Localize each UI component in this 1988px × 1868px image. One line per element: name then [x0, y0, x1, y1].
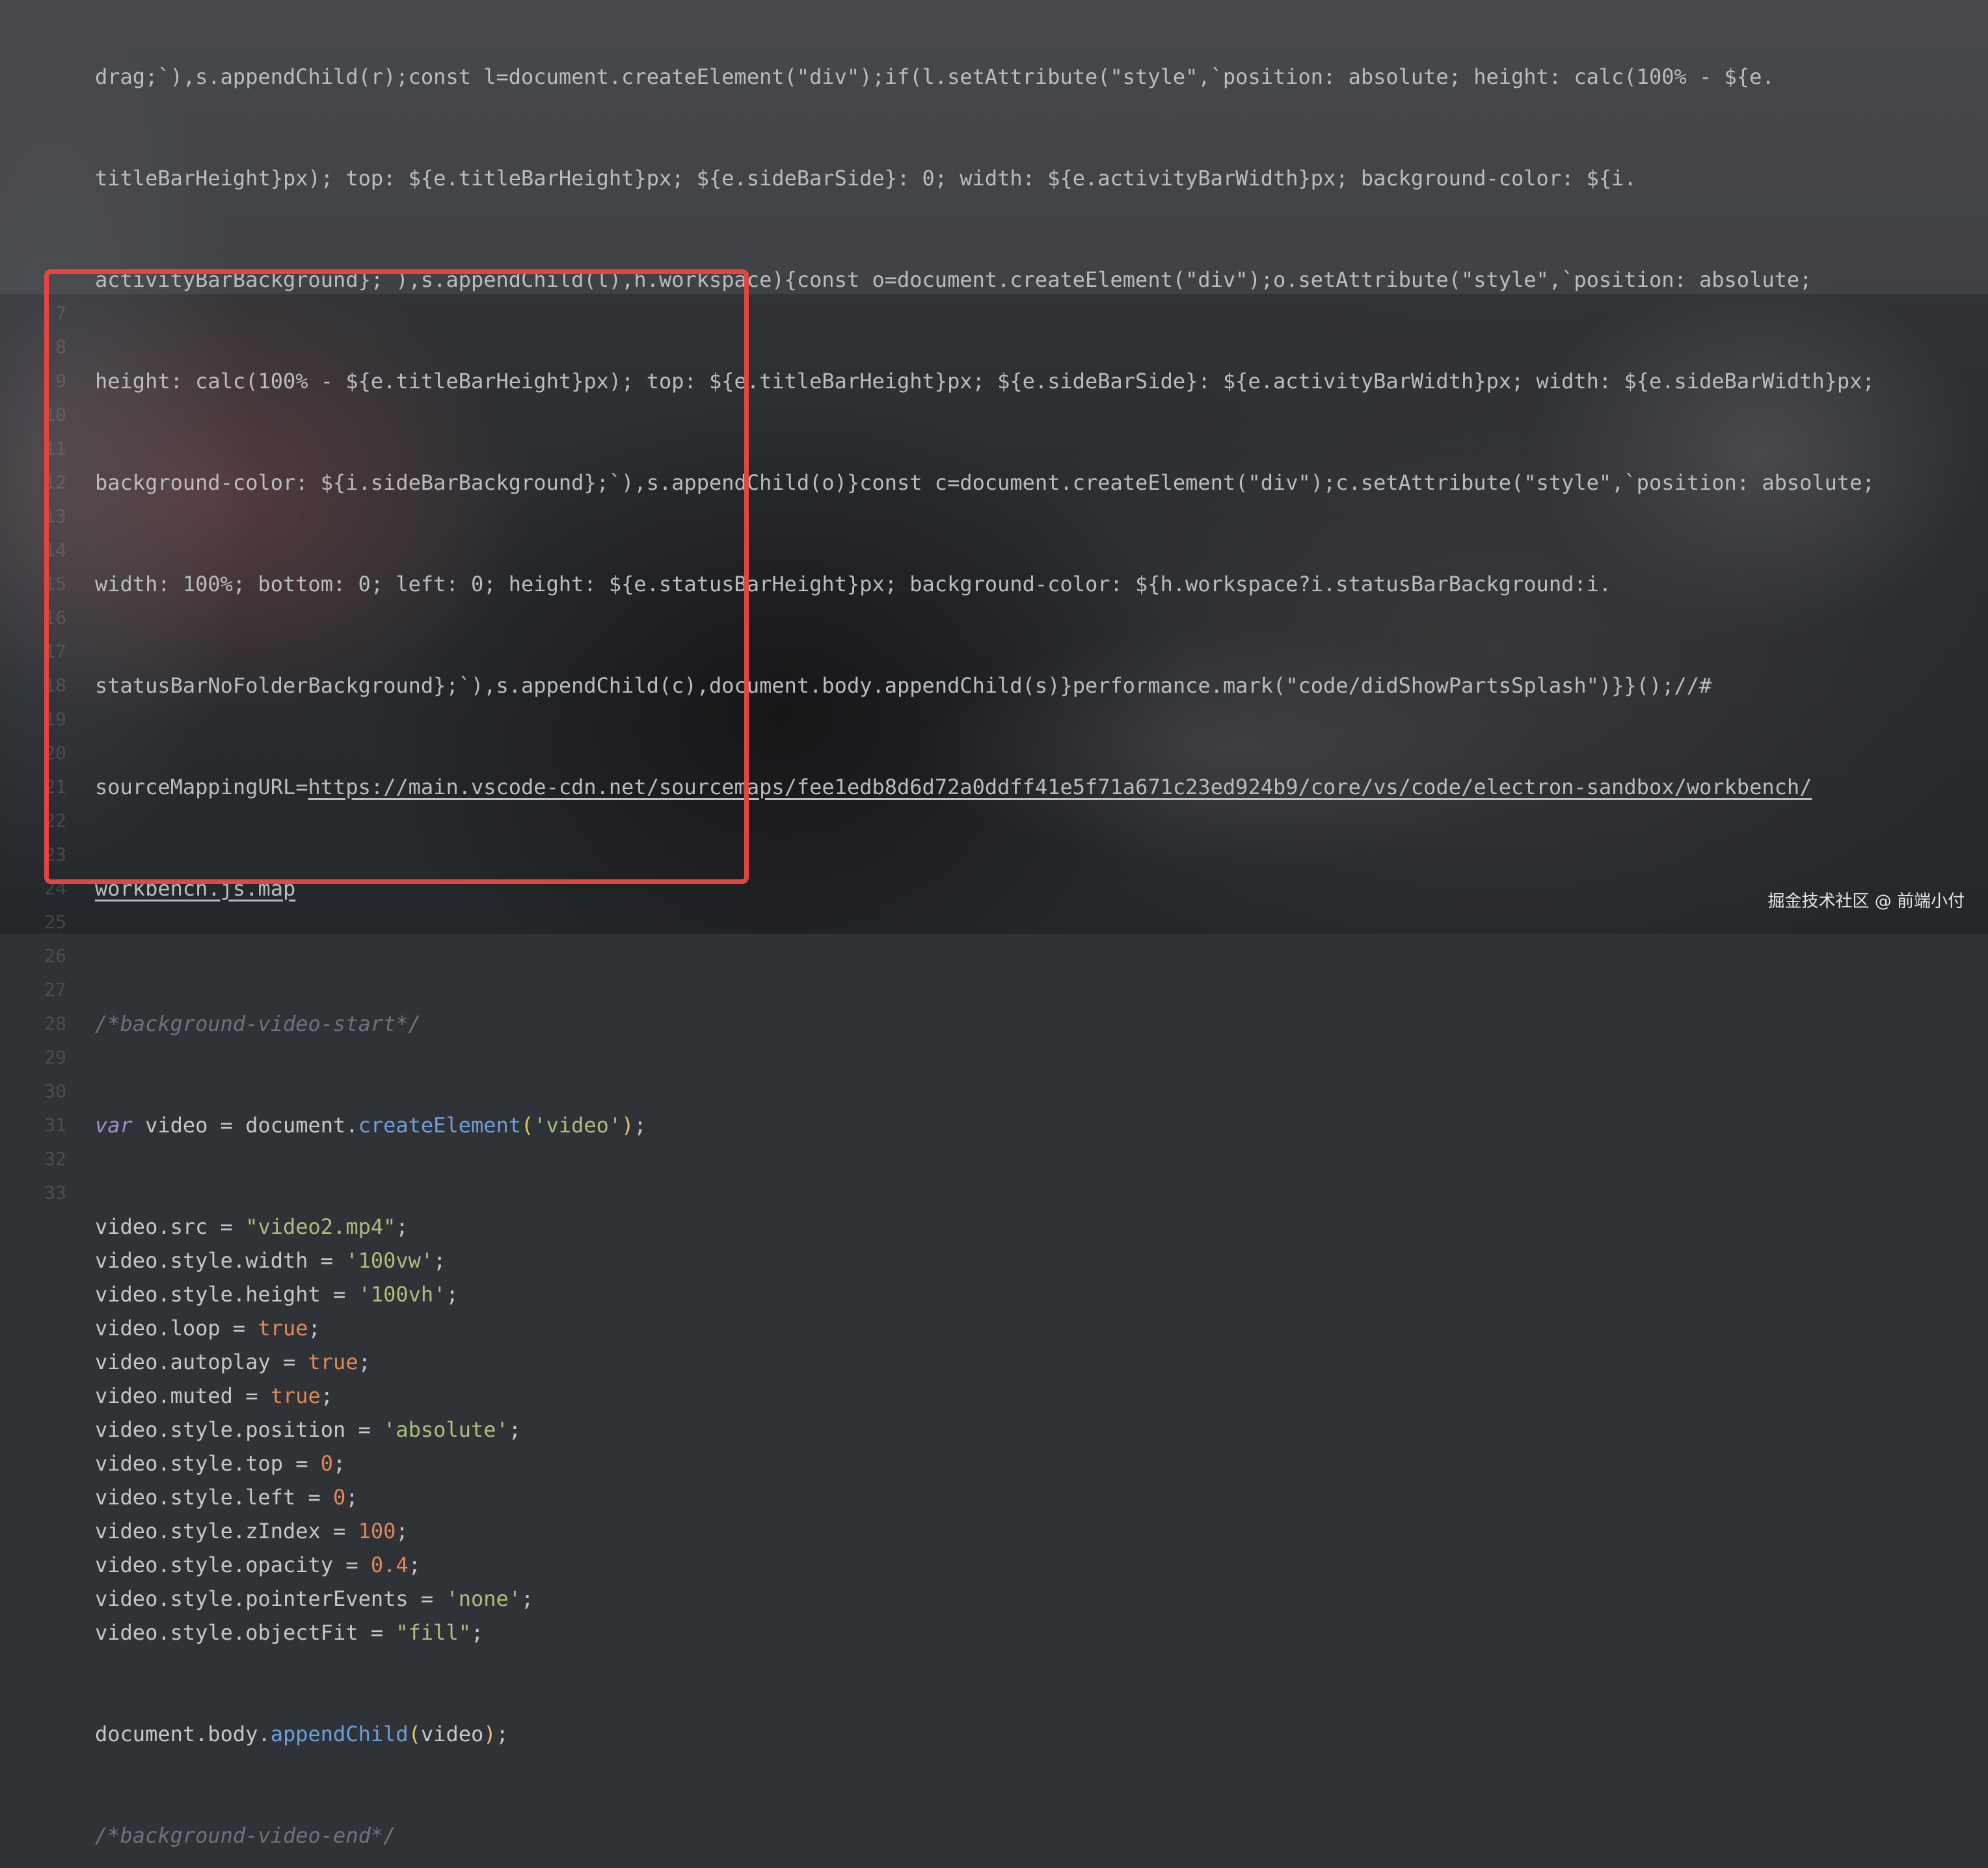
assignment-lhs: video.style.zIndex =: [95, 1519, 358, 1543]
semicolon: ;: [634, 1113, 647, 1138]
line-number: 32: [44, 1148, 66, 1169]
semicolon: ;: [433, 1248, 446, 1273]
assignment-value: '100vh': [358, 1282, 446, 1307]
string-arg: 'video': [533, 1113, 622, 1138]
assignment-lhs: video.style.pointerEvents =: [95, 1586, 446, 1611]
assignment-lhs: video.style.position =: [95, 1417, 384, 1442]
code-line-assignment: video.style.left = 0;: [95, 1480, 1981, 1514]
assignment-lhs: video.style.top =: [95, 1451, 321, 1476]
semicolon: ;: [320, 1383, 334, 1408]
code-line-assignment: video.style.opacity = 0.4;: [95, 1548, 1981, 1582]
semicolon: ;: [496, 1722, 509, 1746]
append-lhs: document.body.: [95, 1722, 271, 1746]
semicolon: ;: [358, 1350, 371, 1374]
assignment-lhs: video.style.opacity =: [95, 1553, 371, 1577]
close-paren: ): [483, 1722, 496, 1746]
line-number: 25: [44, 911, 66, 933]
assignment-value: 0.4: [370, 1553, 409, 1577]
code-line-assignment: video.style.top = 0;: [95, 1447, 1981, 1480]
code-line-append-child: document.body.appendChild(video);: [95, 1717, 1981, 1751]
code-line-assignment: video.loop = true;: [95, 1311, 1981, 1345]
semicolon: ;: [508, 1417, 522, 1442]
assignment-lhs: video.muted =: [95, 1383, 271, 1408]
background-video-start-comment: /*background-video-start*/: [95, 1011, 421, 1036]
line-number: 31: [44, 1114, 66, 1136]
semicolon: ;: [333, 1451, 346, 1476]
assignment-lhs: video.loop =: [95, 1316, 258, 1341]
semicolon: ;: [521, 1586, 534, 1611]
assignment-value: true: [308, 1350, 358, 1374]
code-line-assignment: video.style.width = '100vw';: [95, 1244, 1981, 1277]
assignment-value: 'none': [446, 1586, 522, 1611]
line-number: 30: [44, 1080, 66, 1102]
open-paren: (: [408, 1722, 421, 1746]
assignment-value: "video2.mp4": [245, 1214, 396, 1239]
assignment-value: 0: [333, 1485, 346, 1510]
line-number: 28: [44, 1013, 66, 1034]
function-create-element: createElement: [358, 1113, 522, 1138]
watermark-label: 掘金技术社区 @ 前端小付: [1767, 892, 1965, 911]
open-paren: (: [521, 1113, 534, 1138]
assignment-value: true: [270, 1383, 321, 1408]
line-number: 33: [44, 1182, 66, 1203]
background-video-end-comment: /*background-video-end*/: [95, 1823, 396, 1848]
assignment-value: 100: [358, 1519, 396, 1543]
code-line: titleBarHeight}px); top: ${e.titleBarHei…: [95, 166, 1637, 191]
semicolon: ;: [345, 1485, 358, 1510]
assignment-value: true: [258, 1316, 308, 1341]
line-number: 26: [44, 945, 66, 967]
assignment-value: '100vw': [345, 1248, 434, 1273]
function-append-child: appendChild: [270, 1722, 409, 1746]
assignment-value: 'absolute': [383, 1417, 509, 1442]
code-line-assignment: video.style.height = '100vh';: [95, 1277, 1981, 1311]
code-line-assignment: video.style.objectFit = "fill";: [95, 1616, 1981, 1649]
semicolon: ;: [408, 1553, 421, 1577]
code-line-assignment: video.style.zIndex = 100;: [95, 1514, 1981, 1548]
code-line: drag;`),s.appendChild(r);const l=documen…: [95, 64, 1775, 89]
semicolon: ;: [396, 1214, 409, 1239]
append-arg: video: [420, 1722, 484, 1746]
assignment-lhs: video.src =: [95, 1214, 246, 1239]
code-line-assignment: video.style.position = 'absolute';: [95, 1413, 1981, 1447]
assignment-value: 0: [320, 1451, 334, 1476]
code-line-assignment: video.style.pointerEvents = 'none';: [95, 1582, 1981, 1616]
keyword-var: var: [95, 1113, 133, 1138]
semicolon: ;: [446, 1282, 459, 1307]
line-number: 27: [44, 979, 66, 1000]
highlight-box: [44, 269, 749, 884]
assignment-lhs: video.style.width =: [95, 1248, 346, 1273]
semicolon: ;: [396, 1519, 409, 1543]
code-line-assignment: video.src = "video2.mp4";: [95, 1210, 1981, 1244]
assignment-lhs: video.style.height =: [95, 1282, 358, 1307]
code-line-var-video: var video = document.createElement('vide…: [95, 1108, 1981, 1142]
code-line-assignment: video.autoplay = true;: [95, 1345, 1981, 1379]
assignment-lhs: video.autoplay =: [95, 1350, 308, 1374]
code-line-assignment: video.muted = true;: [95, 1379, 1981, 1413]
assignment-lhs: video.style.left =: [95, 1485, 334, 1510]
semicolon: ;: [470, 1620, 484, 1645]
assignment-value: "fill": [396, 1620, 471, 1645]
semicolon: ;: [308, 1316, 321, 1341]
line-number: 29: [44, 1047, 66, 1068]
var-name: video = document.: [132, 1113, 358, 1138]
assignment-lhs: video.style.objectFit =: [95, 1620, 396, 1645]
close-paren: ): [621, 1113, 634, 1138]
